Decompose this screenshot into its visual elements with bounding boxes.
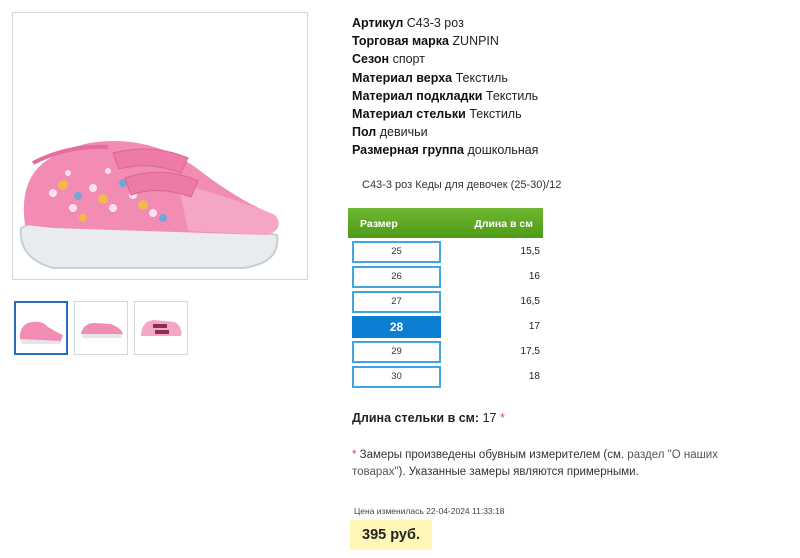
- length-column-header: Длина в см: [474, 218, 533, 230]
- thumbnail-strip: [14, 301, 188, 355]
- price-changed-date: Цена изменилась 22-04-2024 11:33:18: [354, 506, 505, 516]
- insole-asterisk: *: [499, 411, 505, 425]
- spec-gender: Пол девичьи: [352, 125, 428, 140]
- spec-season: Сезон спорт: [352, 52, 425, 67]
- size-button-26[interactable]: 26: [352, 266, 441, 288]
- size-table-header: Размер Длина в см: [348, 208, 543, 238]
- thumbnail-2[interactable]: [74, 301, 128, 355]
- product-specs: Артикул С43-3 роз Торговая марка ZUNPIN …: [352, 14, 538, 160]
- spec-article: Артикул С43-3 роз: [352, 16, 464, 30]
- size-length-28: 17: [528, 321, 540, 332]
- spec-brand: Торговая марка ZUNPIN: [352, 34, 499, 49]
- price-badge: 395 руб.: [350, 520, 432, 550]
- size-length-26: 16: [528, 271, 540, 282]
- insole-length-label: Длина стельки в см:: [352, 411, 480, 425]
- thumbnail-3[interactable]: [134, 301, 188, 355]
- product-title: С43-3 роз Кеды для девочек (25-30)/12: [362, 179, 562, 191]
- insole-length-value: 17: [482, 411, 497, 425]
- spec-upper-material: Материал верха Текстиль: [352, 70, 508, 85]
- spec-lining-material: Материал подкладки Текстиль: [352, 88, 539, 103]
- size-button-29[interactable]: 29: [352, 341, 441, 363]
- thumbnail-1[interactable]: [14, 301, 68, 355]
- spec-size-group: Размерная группа дошкольная: [352, 143, 539, 158]
- size-button-27[interactable]: 27: [352, 291, 441, 313]
- measurement-note: * Замеры произведены обувным измерителем…: [352, 449, 718, 478]
- size-length-29: 17,5: [520, 346, 540, 357]
- size-length-27: 16,5: [520, 296, 540, 307]
- size-button-25[interactable]: 25: [352, 241, 441, 263]
- size-column-header: Размер: [360, 218, 398, 230]
- size-length-30: 18: [528, 371, 540, 382]
- spec-insole-material: Материал стельки Текстиль: [352, 107, 522, 122]
- size-button-30[interactable]: 30: [352, 366, 441, 388]
- size-length-25: 15,5: [520, 246, 540, 257]
- product-main-image[interactable]: [12, 12, 308, 280]
- size-button-28-selected[interactable]: 28: [352, 316, 441, 338]
- pink-sneaker-illustration: [19, 141, 279, 269]
- insole-length: Длина стельки в см: 17 *: [352, 411, 505, 425]
